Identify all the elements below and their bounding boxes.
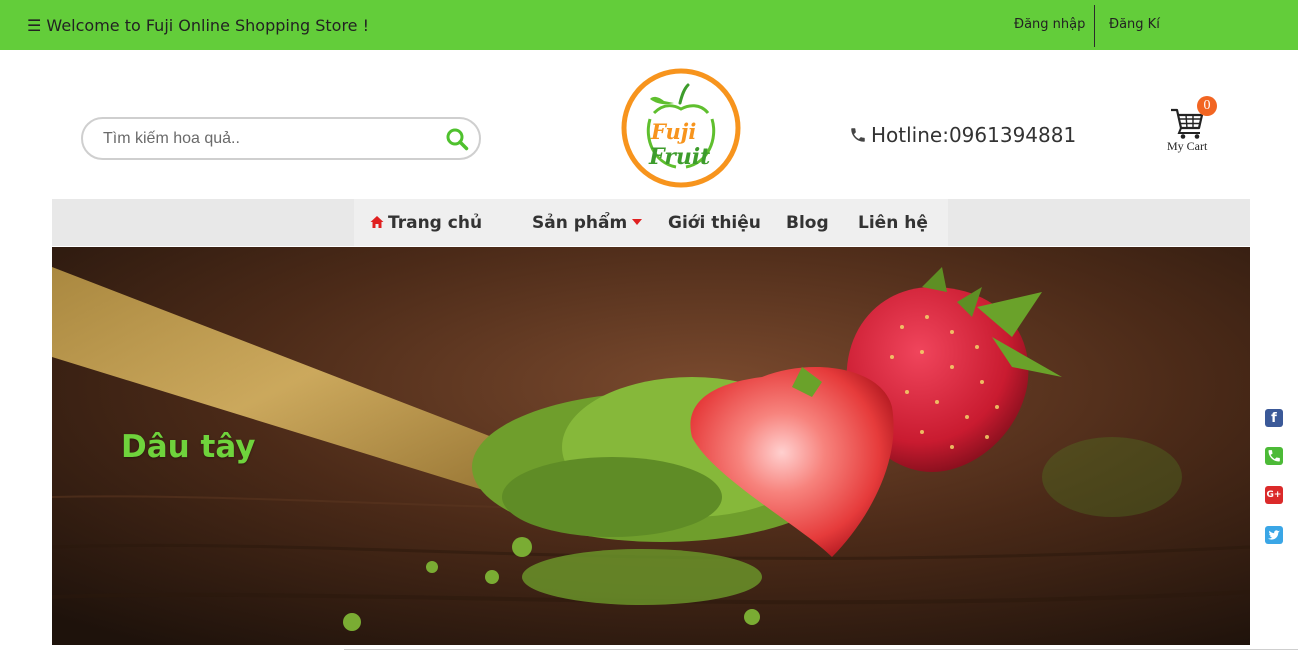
nav-item-contact[interactable]: Liên hệ xyxy=(858,213,928,233)
phone-icon[interactable] xyxy=(1265,447,1283,465)
logo-line1: Fuji xyxy=(650,119,696,144)
logo-line2: Fruit xyxy=(648,144,710,170)
logo-graphic: Fuji Fruit xyxy=(621,68,741,188)
nav-item-about[interactable]: Giới thiệu xyxy=(668,213,761,233)
cart[interactable]: 0 My Cart xyxy=(1164,96,1217,156)
cart-count-badge: 0 xyxy=(1197,96,1217,116)
welcome-text: ☰ Welcome to Fuji Online Shopping Store … xyxy=(27,16,370,35)
top-bar: ☰ Welcome to Fuji Online Shopping Store … xyxy=(0,0,1298,50)
facebook-icon[interactable]: f xyxy=(1265,409,1283,427)
cart-label: My Cart xyxy=(1167,139,1208,153)
nav-item-label: Trang chủ xyxy=(388,213,483,233)
search-icon[interactable] xyxy=(445,127,469,151)
hotline-text: Hotline:0961394881 xyxy=(871,123,1077,147)
google-plus-icon[interactable]: G+ xyxy=(1265,486,1283,504)
login-link[interactable]: Đăng nhập xyxy=(1014,17,1085,32)
hotline: Hotline:0961394881 xyxy=(849,123,1076,147)
register-link[interactable]: Đăng Kí xyxy=(1109,17,1160,32)
main-nav: Trang chủ Sản phẩm Giới thiệu Blog Liên … xyxy=(354,199,948,246)
nav-item-label: Sản phẩm xyxy=(532,213,628,233)
twitter-glyph xyxy=(1268,530,1280,540)
banner-title: Dâu tây xyxy=(121,429,256,465)
hero-banner[interactable]: Dâu tây xyxy=(52,247,1250,645)
nav-item-home[interactable]: Trang chủ xyxy=(370,213,482,233)
caret-down-icon xyxy=(632,219,643,225)
nav-item-products[interactable]: Sản phẩm xyxy=(532,213,643,233)
phone-glyph xyxy=(1268,450,1280,462)
search-box xyxy=(81,117,481,160)
topbar-divider xyxy=(1094,5,1095,47)
phone-icon xyxy=(851,128,865,142)
nav-bar: Trang chủ Sản phẩm Giới thiệu Blog Liên … xyxy=(52,199,1250,246)
logo[interactable]: Fuji Fruit xyxy=(620,67,742,189)
divider xyxy=(344,649,1298,650)
search-input[interactable] xyxy=(103,128,433,150)
nav-item-blog[interactable]: Blog xyxy=(786,213,829,233)
twitter-icon[interactable] xyxy=(1265,526,1283,544)
home-icon xyxy=(370,216,384,228)
